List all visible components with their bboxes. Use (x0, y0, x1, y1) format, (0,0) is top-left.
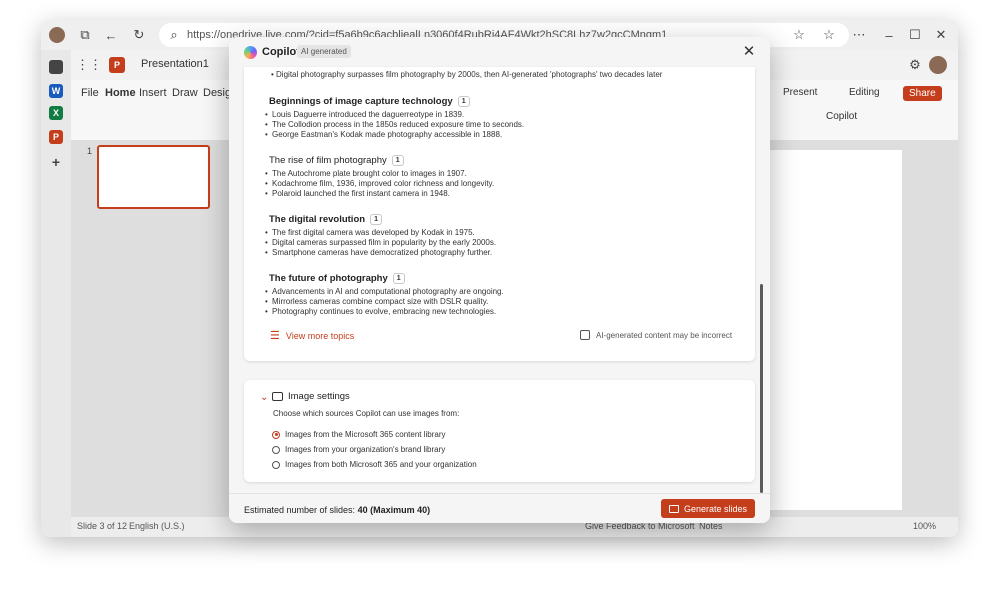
dialog-header: Copilot AI generated ✕ (229, 37, 770, 67)
chevron-down-icon[interactable]: ⌄ (260, 392, 268, 403)
image-source-option-both[interactable]: Images from both Microsoft 365 and your … (272, 460, 477, 469)
reference-badge[interactable]: 1 (391, 155, 404, 166)
reference-badge[interactable]: 1 (457, 96, 470, 107)
outline-card: • Digital photography surpasses film pho… (244, 67, 755, 361)
reference-badge[interactable]: 1 (370, 214, 382, 225)
generate-slides-button[interactable]: Generate slides (661, 499, 755, 518)
image-source-option-brand[interactable]: Images from your organization's brand li… (272, 445, 445, 454)
outline-bullet: Kodachrome film, 1936, improved color ri… (265, 179, 494, 188)
outline-bullet: The Autochrome plate brought color to im… (265, 169, 467, 178)
radio-icon[interactable] (272, 445, 280, 454)
ai-disclaimer: AI-generated content may be incorrect (580, 330, 732, 340)
section-title: The digital revolution 1 (269, 214, 382, 225)
dialog-scrollbar[interactable] (760, 284, 763, 493)
view-more-topics-link[interactable]: ☰ View more topics (270, 329, 354, 342)
image-source-option-m365[interactable]: Images from the Microsoft 365 content li… (272, 430, 446, 439)
option-label: Images from both Microsoft 365 and your … (285, 460, 477, 469)
option-label: Images from the Microsoft 365 content li… (285, 430, 446, 439)
outline-bullet: The Collodion process in the 1850s reduc… (265, 120, 524, 129)
close-icon[interactable]: ✕ (741, 43, 757, 60)
section-title: Beginnings of image capture technology 1 (269, 96, 470, 107)
dialog-footer: Estimated number of slides: 40 (Maximum … (229, 493, 770, 523)
section-title: The rise of film photography 1 (269, 155, 404, 166)
outline-bullet: George Eastman's Kodak made photography … (265, 130, 502, 139)
image-settings-description: Choose which sources Copilot can use ima… (273, 409, 460, 418)
slides-icon (668, 504, 679, 513)
outline-bullet: The first digital camera was developed b… (265, 228, 475, 237)
ai-disclaimer-text: AI-generated content may be incorrect (596, 330, 733, 340)
view-more-label: View more topics (285, 330, 355, 341)
ai-generated-badge: AI generated (297, 45, 351, 58)
warning-icon (580, 330, 590, 340)
radio-selected-icon[interactable] (272, 430, 280, 439)
dialog-title: Copilot (262, 46, 300, 58)
radio-icon[interactable] (272, 460, 280, 469)
outline-bullet: Digital cameras surpassed film in popula… (265, 238, 496, 247)
outline-bullet: • Digital photography surpasses film pho… (271, 70, 663, 79)
section-title: The future of photography 1 (269, 273, 405, 284)
image-settings-title[interactable]: Image settings (288, 391, 350, 402)
slide-estimate-value: 40 (Maximum 40) (357, 505, 431, 515)
copilot-dialog: Copilot AI generated ✕ • Digital photogr… (229, 37, 770, 523)
reference-badge[interactable]: 1 (392, 273, 405, 284)
outline-bullet: Advancements in AI and computational pho… (265, 287, 504, 296)
outline-bullet: Mirrorless cameras combine compact size … (265, 297, 488, 306)
option-label: Images from your organization's brand li… (285, 445, 446, 454)
outline-bullet: Louis Daguerre introduced the daguerreot… (265, 110, 464, 119)
generate-slides-label: Generate slides (683, 503, 748, 514)
outline-bullet: Polaroid launched the first instant came… (265, 189, 450, 198)
slide-estimate-label: Estimated number of slides: (244, 505, 356, 515)
image-settings-panel: ⌄ Image settings Choose which sources Co… (244, 380, 755, 482)
list-icon: ☰ (270, 330, 280, 342)
copilot-icon (244, 46, 257, 59)
slide-estimate: Estimated number of slides: 40 (Maximum … (244, 505, 430, 515)
outline-bullet: Photography continues to evolve, embraci… (265, 307, 496, 316)
image-icon (272, 392, 283, 401)
outline-bullet: Smartphone cameras have democratized pho… (265, 248, 492, 257)
